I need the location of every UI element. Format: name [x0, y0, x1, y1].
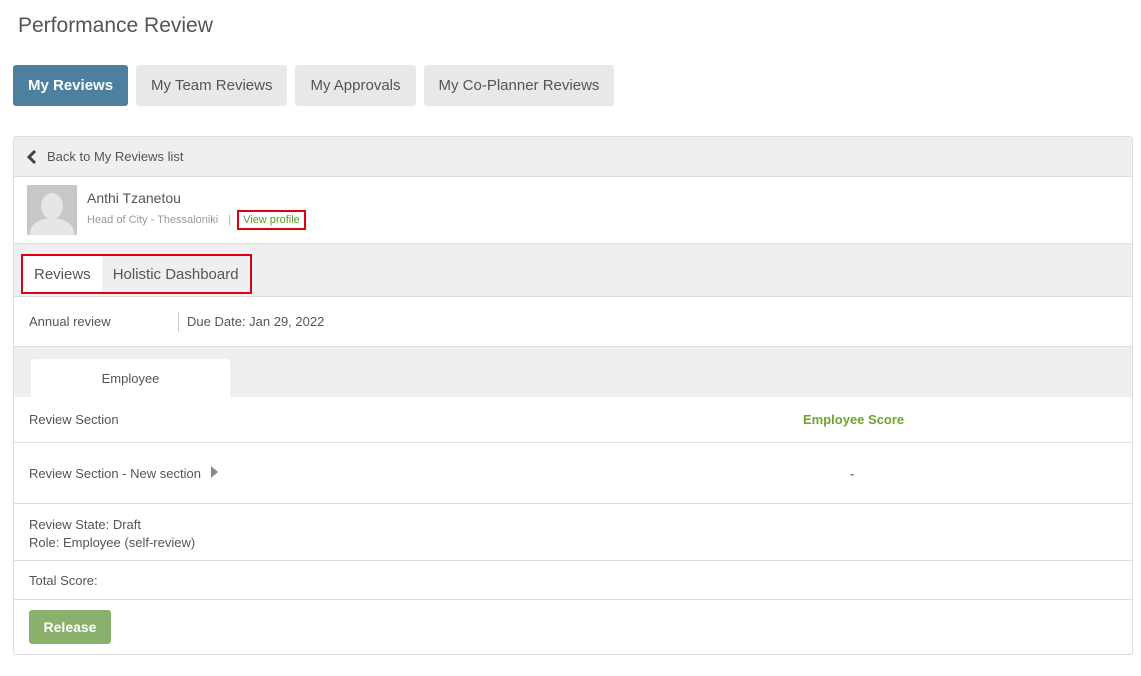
table-row: Review Section - New section -	[14, 443, 1132, 504]
release-button[interactable]: Release	[29, 610, 111, 644]
employee-profile: Anthi Tzanetou Head of City - Thessaloni…	[14, 177, 1132, 244]
back-to-list-link[interactable]: Back to My Reviews list	[14, 137, 1132, 177]
tab-my-co-planner-reviews[interactable]: My Co-Planner Reviews	[423, 65, 615, 106]
tab-employee[interactable]: Employee	[31, 359, 230, 397]
view-profile-link[interactable]: View profile	[237, 210, 306, 230]
review-section-header: Review Section	[29, 412, 119, 427]
employee-name: Anthi Tzanetou	[87, 190, 181, 206]
employee-title: Head of City - Thessaloniki	[87, 214, 219, 226]
review-panel: Back to My Reviews list Anthi Tzanetou H…	[13, 136, 1133, 655]
review-state: Review State: Draft	[29, 517, 141, 532]
separator: |	[228, 214, 232, 226]
inner-tabs-bar: Reviews Holistic Dashboard	[14, 244, 1132, 297]
review-summary-row: Annual review Due Date: Jan 29, 2022	[14, 297, 1132, 347]
caret-right-icon[interactable]	[210, 465, 218, 481]
avatar	[27, 185, 77, 235]
tab-my-approvals[interactable]: My Approvals	[295, 65, 416, 106]
tab-holistic-dashboard[interactable]: Holistic Dashboard	[102, 256, 250, 292]
role-tabs-bar: Employee	[14, 347, 1132, 397]
tab-my-reviews[interactable]: My Reviews	[13, 65, 129, 106]
review-type: Annual review	[29, 314, 111, 329]
top-tabs: My Reviews My Team Reviews My Approvals …	[13, 65, 615, 106]
review-state-info: Review State: Draft Role: Employee (self…	[14, 504, 1132, 561]
inner-tabs: Reviews Holistic Dashboard	[21, 254, 252, 294]
section-score: -	[850, 465, 855, 481]
total-score-label: Total Score:	[29, 572, 98, 588]
tab-my-team-reviews[interactable]: My Team Reviews	[136, 65, 288, 106]
review-role: Role: Employee (self-review)	[29, 535, 196, 550]
chevron-left-icon	[26, 149, 37, 164]
page-title: Performance Review	[18, 14, 213, 37]
table-header: Review Section Employee Score	[14, 397, 1132, 443]
section-name: Review Section - New section	[29, 465, 201, 481]
total-score-row: Total Score:	[14, 561, 1132, 600]
back-label: Back to My Reviews list	[47, 149, 184, 164]
due-date: Due Date: Jan 29, 2022	[178, 311, 324, 332]
tab-reviews[interactable]: Reviews	[23, 256, 102, 292]
employee-score-header: Employee Score	[803, 412, 905, 427]
